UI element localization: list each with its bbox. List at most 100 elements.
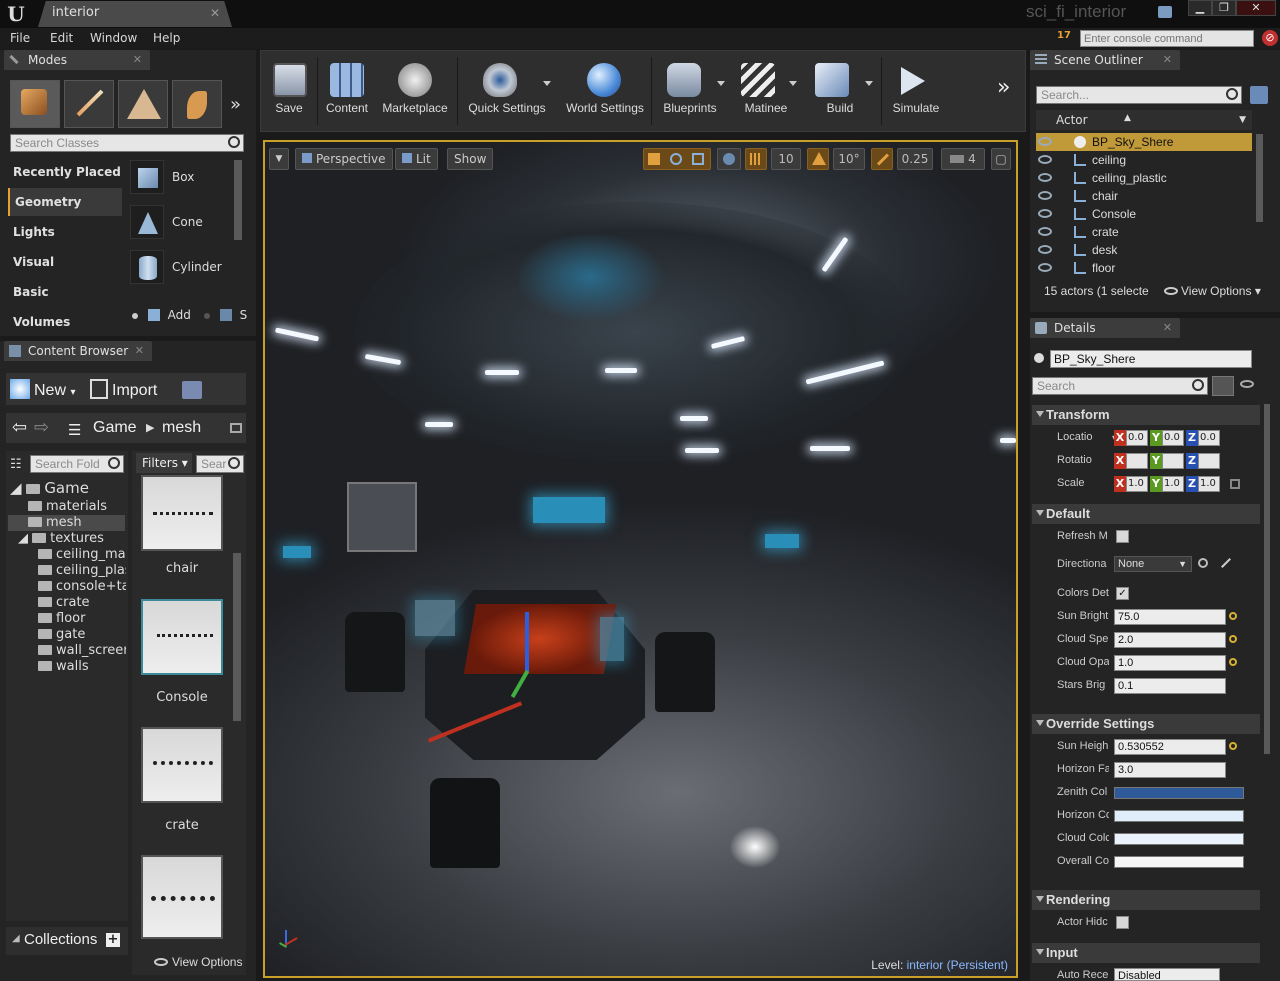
details-search-input[interactable]: Search	[1032, 377, 1208, 395]
object-name-field[interactable]: BP_Sky_Shere	[1050, 350, 1252, 368]
blueprints-button[interactable]: Blueprints	[653, 51, 727, 131]
reset-icon[interactable]	[1229, 658, 1237, 666]
world-settings-button[interactable]: World Settings	[559, 51, 651, 131]
content-button[interactable]: Content	[319, 51, 375, 131]
tab-details[interactable]: Details ✕	[1030, 318, 1180, 338]
outliner-row[interactable]: floor	[1036, 259, 1252, 277]
visibility-eye-icon[interactable]	[1038, 173, 1052, 182]
close-icon[interactable]: ✕	[135, 341, 144, 361]
back-icon[interactable]: ⇦	[12, 417, 27, 438]
collections-header[interactable]: ◢ Collections +	[6, 927, 128, 955]
outliner-scrollbar[interactable]	[1256, 134, 1263, 222]
visibility-eye-icon[interactable]	[1038, 245, 1052, 254]
simulate-button[interactable]: Simulate	[885, 51, 947, 131]
foliage-mode-button[interactable]	[172, 80, 222, 128]
reset-icon[interactable]	[1229, 635, 1237, 643]
path-tree-icon[interactable]: ☰	[68, 421, 81, 439]
outliner-row[interactable]: ceiling	[1036, 151, 1252, 169]
rotation-snap-toggle[interactable]	[807, 148, 829, 170]
tree-item-walls[interactable]: walls	[38, 659, 126, 675]
visibility-eye-icon[interactable]	[1038, 263, 1052, 272]
rendering-section-header[interactable]: Rendering	[1032, 890, 1260, 910]
place-item-box[interactable]: Box	[128, 158, 234, 200]
stars-field[interactable]: 0.1	[1114, 678, 1226, 694]
outliner-row[interactable]: chair	[1036, 187, 1252, 205]
marketplace-button[interactable]: Marketplace	[375, 51, 455, 131]
property-matrix-icon[interactable]	[1212, 376, 1234, 396]
eyedropper-icon[interactable]	[1221, 558, 1231, 568]
camera-speed[interactable]: 4	[941, 148, 985, 170]
horizon-falloff-field[interactable]: 3.0	[1114, 762, 1226, 778]
grid-snap-value[interactable]: 10	[771, 148, 801, 170]
transform-tools[interactable]	[643, 148, 711, 170]
menu-edit[interactable]: Edit	[50, 31, 73, 45]
add-collection-icon[interactable]: +	[106, 933, 120, 947]
tree-item-floor[interactable]: floor	[38, 611, 126, 627]
tree-item-gate[interactable]: gate	[38, 627, 126, 643]
perspective-button[interactable]: Perspective	[295, 148, 393, 170]
asset-thumbnail[interactable]	[141, 727, 223, 803]
chat-icon[interactable]	[1158, 6, 1172, 18]
scale-x-field[interactable]: 1.0	[1126, 476, 1148, 492]
toggle-tree-icon[interactable]: ☷	[10, 457, 22, 472]
more-toolbar-icon[interactable]: »	[997, 75, 1010, 100]
actor-column-header[interactable]: Actor ▲ ▼	[1036, 110, 1252, 130]
tree-item-ceiling-main[interactable]: ceiling_mai	[38, 547, 126, 563]
maximize-button[interactable]: ❐	[1212, 0, 1236, 16]
grid-snap-toggle[interactable]	[745, 148, 767, 170]
overall-color-swatch[interactable]	[1114, 856, 1244, 868]
lock-icon[interactable]	[230, 423, 242, 433]
scale-y-field[interactable]: 1.0	[1162, 476, 1184, 492]
colors-checkbox[interactable]: ✓	[1116, 587, 1129, 600]
outliner-search-input[interactable]: Search...	[1036, 86, 1242, 104]
lit-button[interactable]: Lit	[395, 148, 438, 170]
menu-window[interactable]: Window	[90, 31, 137, 45]
rotation-y-field[interactable]	[1162, 453, 1184, 469]
category-volumes[interactable]: Volumes	[8, 308, 122, 336]
outliner-row[interactable]: BP_Sky_Shere	[1036, 133, 1252, 151]
visibility-eye-icon[interactable]	[1038, 155, 1052, 164]
menu-help[interactable]: Help	[153, 31, 180, 45]
minimize-button[interactable]: ▁	[1188, 0, 1212, 16]
location-z-field[interactable]: 0.0	[1198, 430, 1220, 446]
landscape-mode-button[interactable]	[118, 80, 168, 128]
visibility-eye-icon[interactable]	[1038, 191, 1052, 200]
asset-thumbnail[interactable]	[141, 475, 223, 551]
filters-button[interactable]: Filters ▾	[136, 453, 192, 473]
tree-item-ceiling-plastic[interactable]: ceiling_plas	[38, 563, 126, 579]
world-local-toggle[interactable]	[717, 148, 741, 170]
tree-item-crate[interactable]: crate	[38, 595, 126, 611]
tab-modes[interactable]: Modes ✕	[4, 50, 150, 70]
gizmo-z-axis[interactable]	[525, 612, 529, 672]
outliner-row[interactable]: crate	[1036, 223, 1252, 241]
tree-item-console-table[interactable]: console+tal	[38, 579, 126, 595]
search-assets-input[interactable]: Sear	[196, 455, 244, 473]
details-scrollbar[interactable]	[1264, 404, 1270, 754]
cloud-speed-field[interactable]: 2.0	[1114, 632, 1237, 648]
cloud-color-swatch[interactable]	[1114, 833, 1244, 845]
outliner-view-options[interactable]: View Options ▾	[1164, 284, 1261, 298]
modes-scrollbar[interactable]	[234, 160, 242, 240]
rotation-z-field[interactable]	[1198, 453, 1220, 469]
breadcrumb-game[interactable]: Game	[93, 419, 137, 437]
place-mode-button[interactable]	[10, 80, 60, 128]
cloud-opacity-field[interactable]: 1.0	[1114, 655, 1237, 671]
maximize-viewport-button[interactable]: ▢	[991, 148, 1011, 170]
tree-item-wall-screen[interactable]: wall_screer	[38, 643, 126, 659]
lock-icon[interactable]	[1230, 479, 1240, 489]
visibility-eye-icon[interactable]	[1038, 227, 1052, 236]
close-window-button[interactable]: ✕	[1236, 0, 1276, 16]
tree-root-game[interactable]: ◢ Game	[10, 480, 89, 496]
tab-scene-outliner[interactable]: Scene Outliner ✕	[1030, 50, 1180, 70]
location-y-field[interactable]: 0.0	[1162, 430, 1184, 446]
add-toggle[interactable]: Add	[132, 308, 191, 322]
close-icon[interactable]: ✕	[210, 1, 220, 25]
visibility-eye-icon[interactable]	[1038, 137, 1052, 146]
view-options-button[interactable]: View Options	[154, 955, 242, 969]
tree-item-textures[interactable]: ◢ textures	[18, 531, 104, 547]
asset-thumbnail[interactable]	[141, 599, 223, 675]
horizon-color-swatch[interactable]	[1114, 810, 1244, 822]
viewport-options-button[interactable]: ▼	[269, 148, 289, 170]
outliner-row[interactable]: desk	[1036, 241, 1252, 259]
reset-icon[interactable]	[1229, 742, 1237, 750]
